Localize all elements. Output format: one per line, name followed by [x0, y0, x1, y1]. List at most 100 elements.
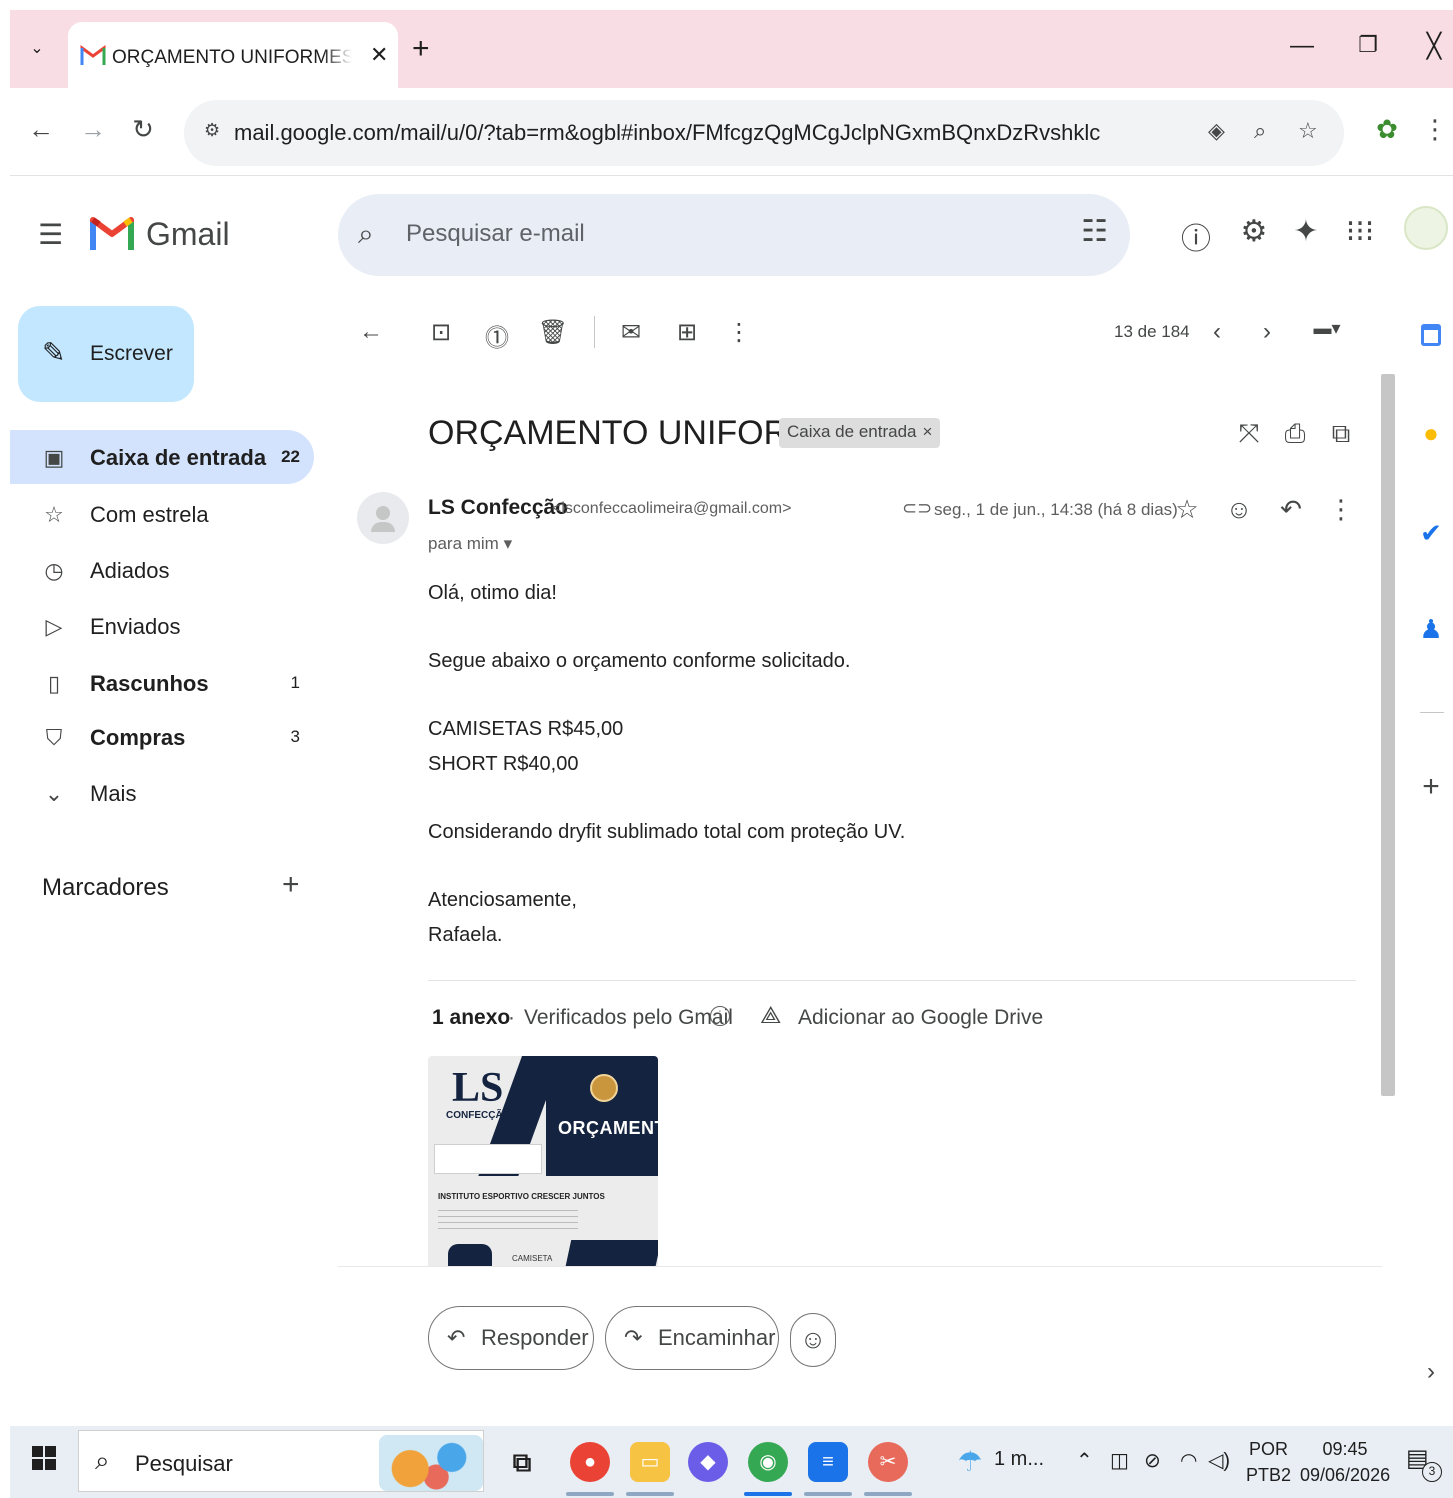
chrome-icon[interactable]: ◉: [748, 1442, 788, 1482]
info-icon[interactable]: i: [710, 1006, 730, 1026]
report-spam-icon[interactable]: ⓵: [480, 318, 514, 353]
chrome-profile-icon[interactable]: ●: [570, 1442, 610, 1482]
message-more-icon[interactable]: ⋮: [1324, 494, 1358, 525]
back-to-inbox-icon[interactable]: ←: [354, 318, 388, 346]
show-side-panel-icon[interactable]: ›: [1414, 1358, 1448, 1386]
contacts-app-icon[interactable]: ♟: [1414, 614, 1448, 645]
forward-button[interactable]: ↷ Encaminhar: [605, 1306, 779, 1370]
add-to-drive-button[interactable]: Adicionar ao Google Drive: [798, 1006, 1043, 1030]
sender-name[interactable]: LS Confecção: [428, 496, 568, 520]
sidebar-item-more[interactable]: ⌄ Mais: [10, 766, 314, 820]
task-view-icon[interactable]: ⧉: [502, 1442, 542, 1482]
reply-button[interactable]: ↶ Responder: [428, 1306, 594, 1370]
inbox-label-chip[interactable]: Caixa de entrada ×: [779, 418, 941, 448]
archive-icon[interactable]: ⊡: [424, 318, 458, 347]
input-tools-icon[interactable]: ▬▾: [1304, 318, 1350, 339]
restore-icon[interactable]: ❐: [1348, 32, 1388, 58]
site-settings-icon[interactable]: ⚙: [204, 120, 220, 141]
tab-search-dropdown-icon[interactable]: ⌄: [24, 36, 50, 62]
back-icon[interactable]: ←: [24, 114, 58, 145]
sidebar-item-starred[interactable]: ☆ Com estrela: [10, 487, 314, 541]
print-icon[interactable]: ⎙: [1278, 418, 1312, 450]
emoji-reaction-button[interactable]: ☺: [790, 1313, 836, 1367]
zoom-icon[interactable]: ⌕: [1254, 118, 1266, 144]
more-actions-icon[interactable]: ⋮: [722, 318, 756, 347]
open-new-window-icon[interactable]: ⧉: [1324, 418, 1358, 450]
copilot-icon[interactable]: ◆: [688, 1442, 728, 1482]
keyboard-layout: PTB2: [1246, 1465, 1292, 1485]
gemini-sparkle-icon[interactable]: ✦: [1286, 214, 1326, 249]
taskbar-search-input[interactable]: Pesquisar: [135, 1451, 233, 1477]
add-label-button[interactable]: +: [282, 868, 300, 902]
search-input[interactable]: Pesquisar e-mail: [406, 220, 585, 248]
get-addons-icon[interactable]: +: [1414, 770, 1448, 804]
taskbar-search[interactable]: ⌕ Pesquisar: [78, 1430, 484, 1492]
tasks-app-icon[interactable]: ✔: [1414, 518, 1448, 549]
tab-close-icon[interactable]: ✕: [370, 42, 388, 68]
show-hidden-icons[interactable]: ⌃: [1076, 1448, 1093, 1473]
add-reaction-icon[interactable]: ☺: [1222, 494, 1256, 525]
sidebar-item-purchases[interactable]: ⛉ Compras 3: [10, 710, 314, 764]
input-language[interactable]: POR PTB2: [1246, 1436, 1291, 1488]
url-text[interactable]: mail.google.com/mail/u/0/?tab=rm&ogbl#in…: [234, 120, 1100, 146]
thumb-title: ORÇAMENTO: [558, 1118, 658, 1138]
add-to-drive-icon[interactable]: ⟁: [760, 1002, 781, 1030]
sidebar-item-drafts[interactable]: ▯ Rascunhos 1: [10, 656, 314, 710]
paint-icon[interactable]: ✂: [868, 1442, 908, 1482]
weather-rain-icon[interactable]: ☂: [950, 1442, 990, 1482]
thumb-item: CAMISETA: [512, 1254, 553, 1263]
mark-unread-icon[interactable]: ✉: [614, 318, 648, 347]
collapse-all-icon[interactable]: ⤧: [1232, 418, 1266, 450]
bookmark-star-icon[interactable]: ☆: [1298, 118, 1318, 144]
address-bar[interactable]: ⚙ mail.google.com/mail/u/0/?tab=rm&ogbl#…: [184, 100, 1344, 166]
account-avatar[interactable]: [1404, 206, 1448, 250]
message-scrollbar[interactable]: [1381, 374, 1395, 1096]
mail-search-bar[interactable]: ⌕ Pesquisar e-mail ☷: [338, 194, 1130, 276]
sidebar-item-label: Mais: [90, 781, 137, 806]
newer-chevron-icon[interactable]: ‹: [1200, 318, 1234, 346]
reload-icon[interactable]: ↻: [126, 114, 160, 145]
window-close-icon[interactable]: ╳: [1414, 32, 1453, 61]
tab-title: ORÇAMENTO UNIFORMES - acesso: [112, 47, 352, 68]
search-icon[interactable]: ⌕: [358, 218, 374, 251]
attachment-count: 1 anexo: [432, 1006, 511, 1029]
minimize-icon[interactable]: —: [1282, 32, 1322, 60]
gear-icon[interactable]: ⚙: [1234, 214, 1274, 249]
location-off-icon[interactable]: ⊘: [1144, 1448, 1161, 1473]
trash-icon[interactable]: 🗑: [536, 318, 570, 347]
file-explorer-icon[interactable]: ▭: [630, 1442, 670, 1482]
calendar-icon: [1421, 324, 1441, 346]
wifi-icon[interactable]: ◠: [1180, 1448, 1197, 1473]
browser-menu-icon[interactable]: ⋮: [1418, 114, 1452, 145]
star-message-icon[interactable]: ☆: [1170, 494, 1204, 525]
sidebar-item-snoozed[interactable]: ◷ Adiados: [10, 543, 314, 597]
keep-app-icon[interactable]: ●: [1414, 418, 1448, 449]
extension-diamond-icon[interactable]: ◈: [1208, 118, 1225, 144]
running-indicator: [804, 1492, 852, 1496]
new-tab-button[interactable]: +: [412, 32, 430, 66]
main-menu-icon[interactable]: ☰: [38, 218, 63, 251]
sidebar-item-inbox[interactable]: ▣ Caixa de entrada 22: [10, 430, 314, 484]
gmail-wordmark[interactable]: Gmail: [146, 216, 230, 253]
remove-label-icon[interactable]: ×: [922, 422, 932, 441]
windows-start-icon[interactable]: [32, 1446, 56, 1470]
help-icon[interactable]: ⓘ: [1176, 214, 1216, 258]
meet-icon[interactable]: ◫: [1110, 1448, 1129, 1473]
older-chevron-icon[interactable]: ›: [1250, 318, 1284, 346]
volume-icon[interactable]: ◁): [1208, 1448, 1230, 1473]
docs-icon[interactable]: ≡: [808, 1442, 848, 1482]
sidebar-item-sent[interactable]: ▷ Enviados: [10, 599, 314, 653]
calendar-app-icon[interactable]: [1414, 322, 1448, 355]
compose-button[interactable]: ✎ Escrever: [18, 306, 194, 402]
attachment-thumbnail[interactable]: LS CONFECÇÃO ORÇAMENTO INSTITUTO ESPORTI…: [428, 1056, 658, 1266]
weather-text[interactable]: 1 m...: [994, 1448, 1044, 1471]
forward-icon[interactable]: →: [76, 114, 110, 145]
reply-icon[interactable]: ↶: [1274, 494, 1308, 525]
search-options-icon[interactable]: ☷: [1081, 214, 1108, 249]
recipient-details[interactable]: para mim ▾: [428, 534, 512, 554]
apps-grid-icon[interactable]: ⁝⁝⁝: [1340, 214, 1380, 249]
move-to-icon[interactable]: ⊞: [670, 318, 704, 347]
profile-extension-icon[interactable]: ✿: [1370, 114, 1404, 145]
system-clock[interactable]: 09:45 09/06/2026: [1300, 1436, 1390, 1488]
browser-tab-active[interactable]: ORÇAMENTO UNIFORMES - acesso ✕: [68, 22, 398, 88]
